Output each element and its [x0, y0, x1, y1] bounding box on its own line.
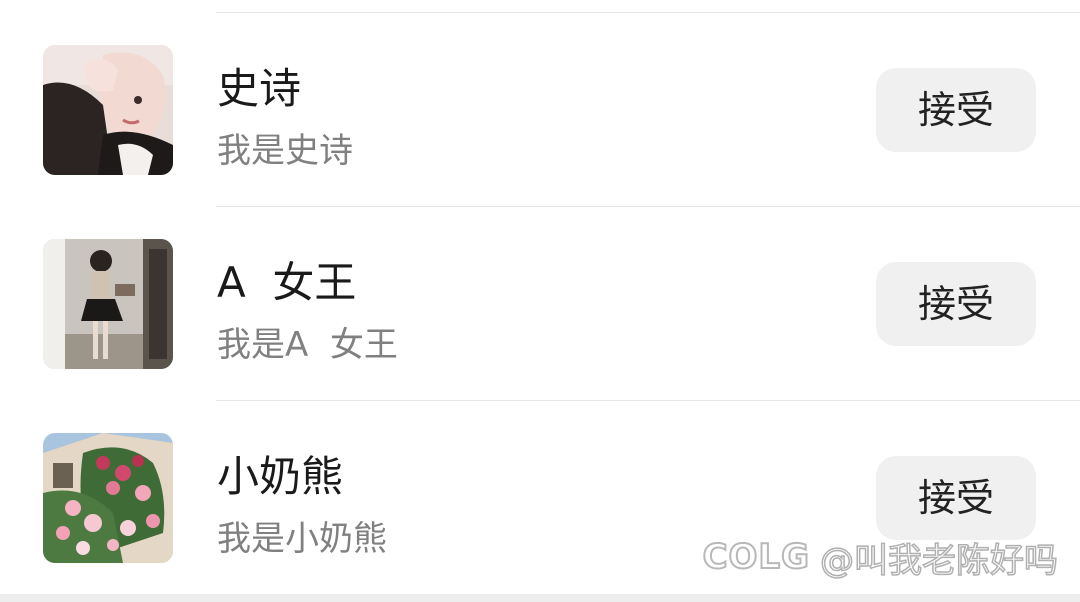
avatar-girl-mirror — [43, 239, 173, 369]
list-item[interactable]: 史诗 我是史诗 接受 — [0, 13, 1080, 207]
request-message: 我是A 女王 — [217, 325, 398, 365]
contact-name: 小奶熊 — [217, 452, 344, 501]
request-message: 我是小奶熊 — [217, 519, 387, 559]
avatar[interactable] — [43, 239, 173, 369]
avatar-girl-selfie — [43, 45, 173, 175]
accept-button[interactable]: 接受 — [876, 456, 1036, 540]
avatar[interactable] — [43, 433, 173, 563]
list-item[interactable]: A 女王 我是A 女王 接受 — [0, 207, 1080, 401]
contact-name: 史诗 — [217, 64, 302, 113]
watermark-text: @叫我老陈好吗 — [819, 540, 1059, 582]
accept-button[interactable]: 接受 — [876, 262, 1036, 346]
avatar-roses-house — [43, 433, 173, 563]
avatar[interactable] — [43, 45, 173, 175]
accept-button[interactable]: 接受 — [876, 68, 1036, 152]
friend-request-list: 史诗 我是史诗 接受 A 女王 我是A 女王 接受 小奶熊 我是小奶熊 接受 — [0, 0, 1080, 594]
watermark: COLG @叫我老陈好吗 — [702, 533, 1059, 582]
request-message: 我是史诗 — [217, 131, 353, 171]
watermark-logo: COLG — [702, 536, 810, 578]
bottom-divider-bar — [0, 594, 1080, 602]
contact-name: A 女王 — [217, 258, 357, 307]
